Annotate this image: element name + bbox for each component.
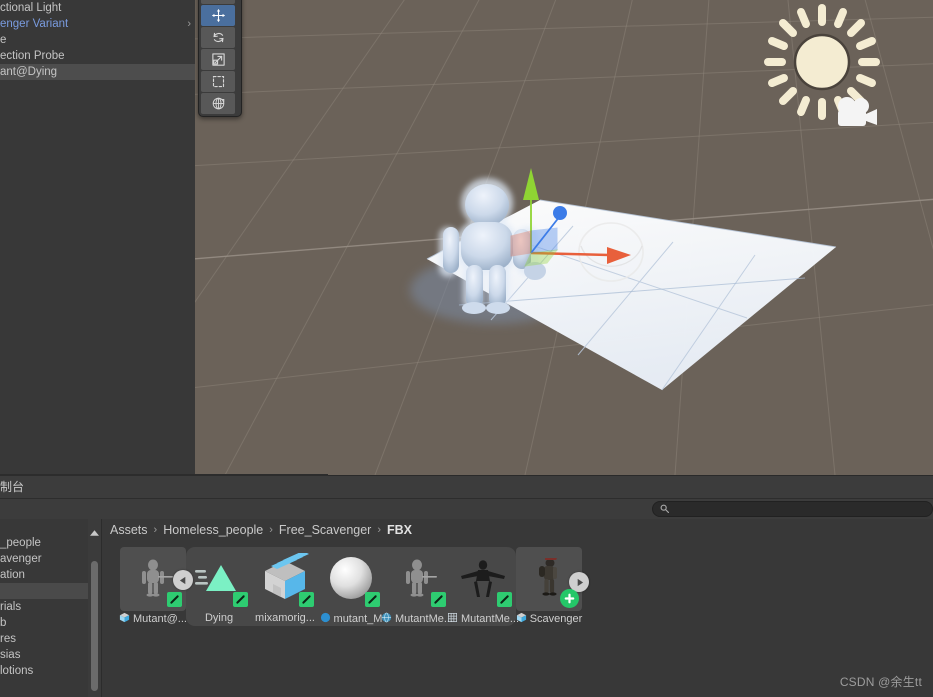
project-tree-item[interactable]: _people bbox=[0, 535, 88, 551]
project-folder-tree[interactable]: _people avenger ation rials b res sias lotions bbox=[0, 519, 88, 697]
hand-tool-button[interactable] bbox=[201, 0, 235, 4]
asset-label-row: Scavenger bbox=[516, 612, 583, 626]
prefab-icon bbox=[119, 612, 130, 626]
hierarchy-item[interactable]: ant@Dying bbox=[0, 64, 195, 80]
mesh-icon bbox=[447, 612, 458, 626]
scene-view[interactable] bbox=[195, 0, 933, 475]
scale-tool-button[interactable] bbox=[201, 49, 235, 70]
asset-item[interactable]: Dying bbox=[186, 547, 252, 626]
hierarchy-list: ctional Light enger Variant › e ection Probe… bbox=[0, 0, 195, 80]
asset-label: Mutant@... bbox=[133, 613, 187, 625]
asset-label: mutant_M bbox=[333, 613, 383, 625]
tab-console[interactable]: 制台 bbox=[0, 476, 24, 499]
version-control-check-badge bbox=[167, 592, 182, 607]
asset-item[interactable]: mixamorig... bbox=[252, 547, 318, 626]
project-panel: _people avenger ation rials b res sias lotions … bbox=[0, 519, 933, 697]
asset-label: mixamorig... bbox=[255, 612, 315, 624]
back-arrow-icon[interactable] bbox=[173, 570, 193, 590]
project-tree-item[interactable]: lotions bbox=[0, 663, 88, 679]
asset-thumbnail[interactable] bbox=[254, 550, 316, 608]
hierarchy-item-label: enger Variant bbox=[0, 18, 69, 30]
hierarchy-item-label: ection Probe bbox=[0, 50, 65, 62]
project-tree-scrollbar[interactable] bbox=[88, 519, 102, 697]
project-tree-spacer bbox=[0, 583, 88, 599]
project-tree-item[interactable]: b bbox=[0, 615, 88, 631]
hierarchy-item[interactable]: enger Variant › bbox=[0, 16, 195, 32]
search-box[interactable] bbox=[652, 501, 933, 517]
asset-thumbnail[interactable] bbox=[516, 547, 589, 611]
asset-label-row: MutantMe... bbox=[381, 612, 453, 626]
hierarchy-panel: ctional Light enger Variant › e ection Probe… bbox=[0, 0, 195, 475]
hierarchy-item[interactable]: ection Probe bbox=[0, 48, 195, 64]
project-tree-item[interactable]: ation bbox=[0, 567, 88, 583]
asset-label: Dying bbox=[204, 612, 234, 624]
asset-thumbnail[interactable] bbox=[320, 550, 382, 608]
project-toolbar bbox=[0, 498, 933, 521]
breadcrumb-separator-icon: › bbox=[377, 524, 382, 536]
project-tree-spacer bbox=[0, 519, 88, 535]
asset-thumbnail[interactable] bbox=[386, 550, 448, 608]
rect-tool-button[interactable] bbox=[201, 71, 235, 92]
breadcrumb-item[interactable]: Homeless_people bbox=[163, 523, 263, 537]
chevron-right-icon[interactable]: › bbox=[187, 16, 191, 32]
asset-thumbnail[interactable] bbox=[188, 550, 250, 608]
hierarchy-item-label: ctional Light bbox=[0, 2, 62, 14]
console-tab-strip: 制台 bbox=[0, 474, 933, 499]
asset-label-row: MutantMe... bbox=[447, 612, 519, 626]
watermark: CSDN @余生tt bbox=[839, 675, 922, 689]
prefab-icon bbox=[516, 612, 527, 626]
asset-item[interactable]: MutantMe... bbox=[381, 547, 453, 626]
material-icon bbox=[320, 612, 331, 626]
asset-thumbnail[interactable] bbox=[120, 547, 193, 611]
rotate-tool-button[interactable] bbox=[201, 27, 235, 48]
scroll-up-icon[interactable] bbox=[90, 523, 99, 541]
avatar-icon bbox=[381, 612, 392, 626]
project-tree-item[interactable]: res bbox=[0, 631, 88, 647]
breadcrumb-item[interactable]: FBX bbox=[387, 523, 412, 537]
move-tool-button[interactable] bbox=[201, 5, 235, 26]
asset-label-row: Dying bbox=[205, 612, 233, 624]
asset-label-row: Mutant@... bbox=[119, 612, 187, 626]
scrollbar-thumb[interactable] bbox=[91, 561, 98, 691]
hierarchy-item[interactable]: ctional Light bbox=[0, 0, 195, 16]
breadcrumb[interactable]: Assets › Homeless_people › Free_Scavenger › FB… bbox=[102, 519, 412, 541]
search-input[interactable] bbox=[673, 503, 913, 515]
add-badge-icon[interactable] bbox=[560, 589, 579, 608]
asset-sub-asset-group: Dying mixamorig... mutant_M MutantMe... … bbox=[186, 547, 519, 626]
version-control-check-badge bbox=[365, 592, 380, 607]
hierarchy-item[interactable]: e bbox=[0, 32, 195, 48]
project-folder-list: _people avenger ation rials b res sias lotions bbox=[0, 519, 88, 679]
project-tree-item[interactable]: sias bbox=[0, 647, 88, 663]
project-tree-item[interactable]: avenger bbox=[0, 551, 88, 567]
version-control-check-badge bbox=[299, 592, 314, 607]
asset-label: Scavenger bbox=[529, 613, 583, 625]
breadcrumb-item[interactable]: Assets bbox=[110, 523, 148, 537]
version-control-check-badge bbox=[431, 592, 446, 607]
asset-grid[interactable]: Mutant@... Dying mixamorig... mutant_M M… bbox=[119, 547, 589, 626]
asset-item[interactable]: Scavenger bbox=[516, 547, 589, 626]
breadcrumb-separator-icon: › bbox=[153, 524, 158, 536]
project-tree-item[interactable]: rials bbox=[0, 599, 88, 615]
scene-tool-palette[interactable] bbox=[198, 0, 242, 117]
hierarchy-item-label: ant@Dying bbox=[0, 66, 58, 78]
asset-label-row: mixamorig... bbox=[255, 612, 315, 624]
asset-label: MutantMe... bbox=[394, 613, 454, 625]
version-control-check-badge bbox=[233, 592, 248, 607]
asset-label-row: mutant_M bbox=[320, 612, 383, 626]
version-control-check-badge bbox=[497, 592, 512, 607]
asset-item[interactable]: MutantMe... bbox=[447, 547, 519, 626]
scene-viewport-render bbox=[195, 0, 933, 475]
breadcrumb-separator-icon: › bbox=[269, 524, 273, 536]
transform-tool-button[interactable] bbox=[201, 93, 235, 114]
project-content-pane: Assets › Homeless_people › Free_Scavenger › FB… bbox=[102, 519, 933, 697]
unity-editor-window: ctional Light enger Variant › e ection Probe… bbox=[0, 0, 933, 697]
hierarchy-item-label: e bbox=[0, 34, 7, 46]
asset-thumbnail[interactable] bbox=[452, 550, 514, 608]
tab-underline bbox=[0, 474, 328, 476]
asset-item[interactable]: Mutant@... bbox=[119, 547, 193, 626]
breadcrumb-item[interactable]: Free_Scavenger bbox=[279, 523, 371, 537]
asset-label: MutantMe... bbox=[460, 613, 520, 625]
asset-item[interactable]: mutant_M bbox=[318, 547, 384, 626]
search-icon bbox=[660, 500, 669, 518]
